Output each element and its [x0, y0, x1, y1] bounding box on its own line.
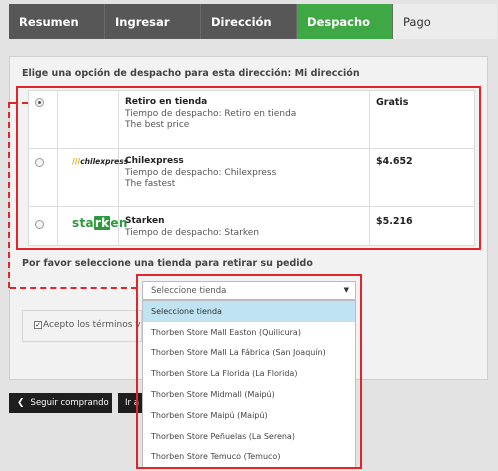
tab-label: Pago — [403, 14, 431, 29]
annotation-connector — [10, 102, 28, 104]
annotation-box-store-select — [136, 274, 362, 469]
continue-shopping-label: Seguir comprando — [30, 398, 109, 408]
tab-ingresar[interactable]: Ingresar — [105, 4, 201, 39]
tab-label: Despacho — [307, 14, 371, 29]
tab-label: Dirección — [211, 14, 272, 29]
annotation-connector — [8, 102, 10, 288]
tab-label: Resumen — [19, 14, 79, 29]
terms-label: Acepto los términos y c — [43, 320, 149, 330]
tab-resumen[interactable]: Resumen — [9, 4, 105, 39]
tab-despacho[interactable]: Despacho — [297, 4, 393, 39]
tab-pago[interactable]: Pago — [393, 4, 497, 39]
store-select-label: Por favor seleccione una tienda para ret… — [22, 258, 313, 269]
tab-direccion[interactable]: Dirección — [201, 4, 297, 39]
chevron-left-icon: ❮ — [17, 398, 25, 408]
annotation-box-carriers — [16, 86, 481, 250]
tab-label: Ingresar — [115, 14, 170, 29]
terms-checkbox[interactable]: ✓ — [34, 321, 42, 329]
checkout-steps: Resumen Ingresar Dirección Despacho Pago — [9, 4, 497, 39]
continue-shopping-button[interactable]: ❮ Seguir comprando — [9, 393, 112, 413]
shipping-heading: Elige una opción de despacho para esta d… — [22, 68, 360, 79]
annotation-connector — [10, 287, 137, 289]
